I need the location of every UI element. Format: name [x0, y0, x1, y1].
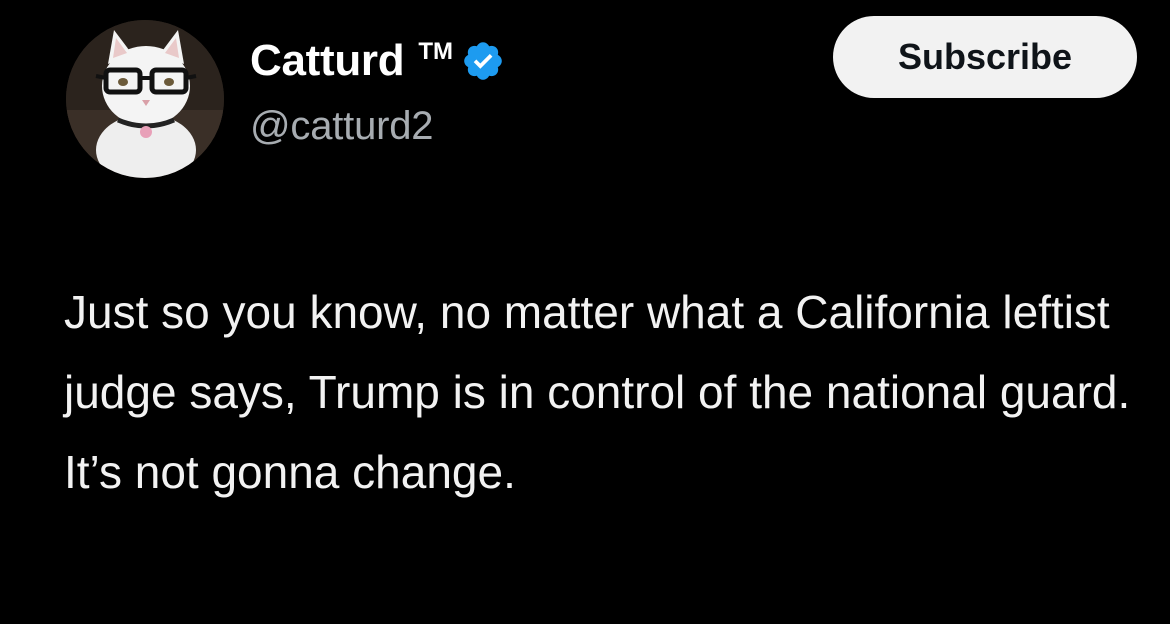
cat-avatar-icon — [66, 20, 224, 178]
subscribe-button[interactable]: Subscribe — [833, 16, 1137, 98]
avatar[interactable] — [66, 20, 224, 178]
tweet-text: Just so you know, no matter what a Calif… — [64, 286, 1131, 498]
author-handle[interactable]: @catturd2 — [250, 104, 434, 149]
display-name[interactable]: Catturd — [250, 36, 405, 86]
trademark-mark: TM — [418, 38, 453, 65]
author-name-row[interactable]: Catturd TM — [250, 32, 505, 90]
tweet-card: Catturd TM @catturd2 Subscribe Just so y… — [0, 0, 1170, 624]
verified-badge-icon — [464, 42, 502, 80]
